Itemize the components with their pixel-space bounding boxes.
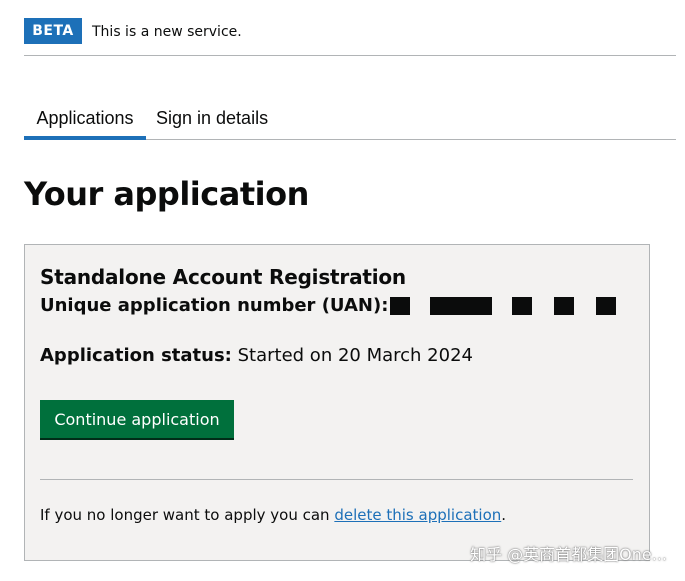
status-value: Started on 20 March 2024 xyxy=(237,345,473,366)
redacted-block xyxy=(554,297,575,315)
application-card: Standalone Account Registration Unique a… xyxy=(24,244,650,561)
application-title: Standalone Account Registration xyxy=(40,265,406,289)
uan-label: Unique application number (UAN): xyxy=(40,295,389,316)
redacted-block xyxy=(596,297,617,315)
delete-suffix: . xyxy=(501,506,507,524)
phase-banner-text: This is a new service. xyxy=(92,24,242,40)
status-label: Application status: xyxy=(40,345,232,366)
watermark: 知乎 @英商首都集团One... xyxy=(470,545,667,564)
redacted-block xyxy=(512,297,533,315)
application-status: Application status: Started on 20 March … xyxy=(40,342,473,370)
continue-application-button[interactable]: Continue application xyxy=(40,400,234,438)
phase-banner: BETA This is a new service. xyxy=(24,18,676,56)
delete-application-link[interactable]: delete this application xyxy=(334,506,501,524)
tab-sign-in-details[interactable]: Sign in details xyxy=(156,104,268,140)
delete-prefix: If you no longer want to apply you can xyxy=(40,506,330,524)
redacted-block xyxy=(430,297,493,315)
tabs: Applications Sign in details xyxy=(24,104,676,140)
divider xyxy=(40,479,633,480)
beta-tag: BETA xyxy=(24,18,82,44)
page-title: Your application xyxy=(24,175,309,213)
redacted-block xyxy=(390,297,411,315)
delete-application-text: If you no longer want to apply you can d… xyxy=(40,503,506,527)
tab-applications[interactable]: Applications xyxy=(24,104,146,140)
uan-row: Unique application number (UAN): xyxy=(40,292,617,320)
